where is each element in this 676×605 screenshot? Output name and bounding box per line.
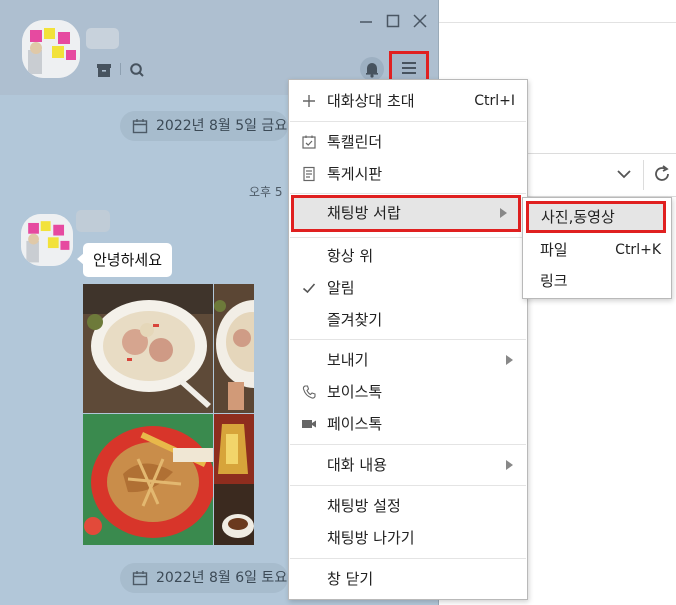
close-icon[interactable] <box>409 10 431 32</box>
chat-context-menu: 대화상대 초대 Ctrl+I 톡캘린더 톡게시판 채팅방 서랍 항상 위 알림 … <box>288 79 528 600</box>
sender-name <box>76 210 110 232</box>
menu-item-close-window[interactable]: 창 닫기 <box>289 563 527 595</box>
video-camera-icon <box>302 420 316 428</box>
photo-thumbnail[interactable] <box>83 414 213 545</box>
divider <box>643 160 644 190</box>
minimize-icon[interactable] <box>355 10 377 32</box>
calendar-icon <box>132 571 148 586</box>
chat-drawer-submenu: 사진,동영상 파일 Ctrl+K 링크 <box>522 197 672 299</box>
menu-item-leave-chat[interactable]: 채팅방 나가기 <box>289 522 527 554</box>
message-text: 안녕하세요 <box>93 251 163 269</box>
submenu-arrow-icon <box>500 208 507 218</box>
menu-item-favorites[interactable]: 즐겨찾기 <box>289 304 527 336</box>
menu-divider <box>290 193 526 194</box>
message-time: 오후 5 <box>249 185 283 199</box>
refresh-icon[interactable] <box>650 162 674 186</box>
submenu-item-links[interactable]: 링크 <box>523 266 671 296</box>
search-icon[interactable] <box>128 61 146 79</box>
message-bubble[interactable]: 안녕하세요 <box>76 243 173 277</box>
chat-drawer-icon[interactable] <box>95 61 113 79</box>
menu-divider <box>290 444 526 445</box>
bell-icon <box>366 63 378 78</box>
date-divider: 2022년 8월 6일 토요일 <box>120 563 288 593</box>
chat-room-avatar[interactable] <box>22 20 80 78</box>
calendar-check-icon <box>302 135 316 149</box>
maximize-icon[interactable] <box>382 10 404 32</box>
hamburger-icon <box>402 62 416 74</box>
menu-item-chat-settings[interactable]: 채팅방 설정 <box>289 490 527 522</box>
menu-item-notification[interactable]: 알림 <box>289 272 527 304</box>
calendar-icon <box>132 119 148 134</box>
menu-item-chat-history[interactable]: 대화 내용 <box>289 449 527 481</box>
date-text: 2022년 8월 5일 금요일 <box>156 118 288 134</box>
photo-thumbnail[interactable] <box>214 414 254 545</box>
chevron-down-icon[interactable] <box>612 162 636 186</box>
menu-divider <box>290 485 526 486</box>
board-icon <box>303 166 315 182</box>
plus-icon <box>303 95 315 107</box>
submenu-arrow-icon <box>506 355 513 365</box>
chat-room-name <box>86 28 119 49</box>
submenu-arrow-icon <box>506 460 513 470</box>
phone-icon <box>302 385 316 399</box>
photo-thumbnail[interactable] <box>83 284 213 413</box>
menu-item-chat-drawer[interactable]: 채팅방 서랍 <box>291 195 521 232</box>
menu-item-send[interactable]: 보내기 <box>289 344 527 376</box>
menu-item-invite[interactable]: 대화상대 초대 Ctrl+I <box>289 85 527 117</box>
divider <box>120 63 121 75</box>
submenu-item-photos-videos[interactable]: 사진,동영상 <box>526 201 666 233</box>
submenu-item-files[interactable]: 파일 Ctrl+K <box>523 235 671 265</box>
date-divider: 2022년 8월 5일 금요일 <box>120 111 288 141</box>
menu-item-face-talk[interactable]: 페이스톡 <box>289 408 527 440</box>
checkmark-icon <box>302 283 316 294</box>
menu-divider <box>290 121 526 122</box>
notification-button[interactable] <box>360 57 384 81</box>
menu-divider <box>290 558 526 559</box>
menu-item-voice-talk[interactable]: 보이스톡 <box>289 376 527 408</box>
menu-item-always-on-top[interactable]: 항상 위 <box>289 240 527 272</box>
menu-divider <box>290 339 526 340</box>
sender-avatar[interactable] <box>21 214 73 266</box>
divider <box>436 22 676 23</box>
date-text: 2022년 8월 6일 토요일 <box>156 570 288 586</box>
photo-thumbnail[interactable] <box>214 284 254 413</box>
menu-item-talk-board[interactable]: 톡게시판 <box>289 158 527 190</box>
menu-divider <box>290 237 526 238</box>
menu-item-talk-calendar[interactable]: 톡캘린더 <box>289 126 527 158</box>
